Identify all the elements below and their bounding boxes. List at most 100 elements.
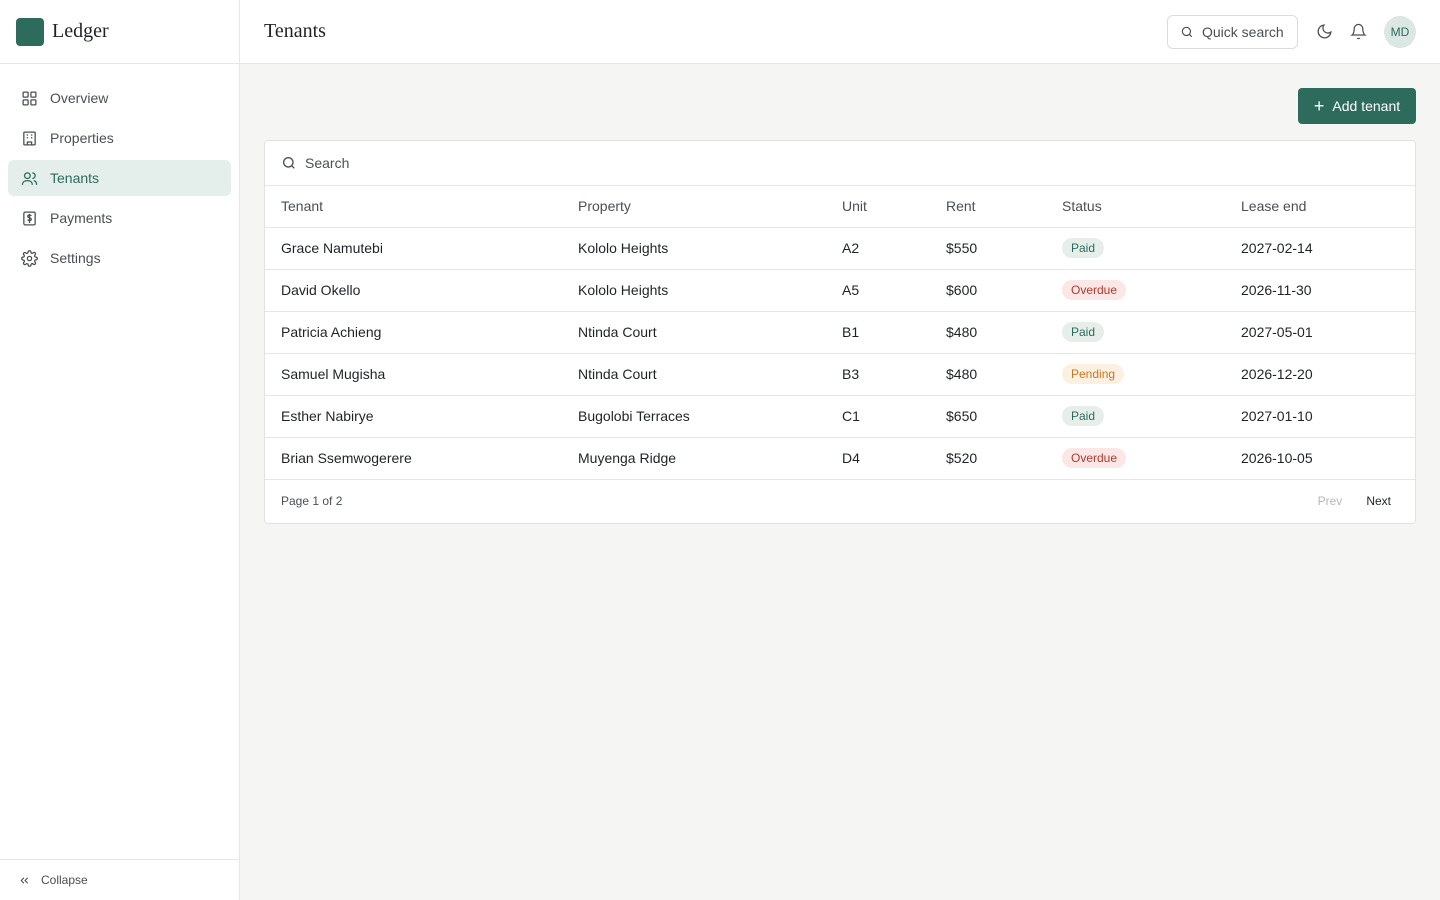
sidebar: Ledger Overview Properties Tenants Payme…	[0, 0, 240, 900]
cell-tenant: Grace Namutebi	[265, 227, 562, 270]
cell-tenant: Samuel Mugisha	[265, 353, 562, 396]
quick-search-button[interactable]: Quick search	[1167, 14, 1298, 49]
cell-unit: A5	[826, 269, 930, 312]
cell-lease-end: 2027-02-14	[1225, 227, 1415, 270]
receipt-icon	[20, 209, 38, 227]
cell-unit: D4	[826, 437, 930, 480]
header-actions: Quick search MD	[1167, 14, 1416, 49]
cell-property: Kololo Heights	[562, 227, 826, 270]
building-icon	[20, 129, 38, 147]
cell-lease-end: 2026-12-20	[1225, 353, 1415, 396]
cell-status: Overdue	[1046, 437, 1225, 480]
status-badge: Paid	[1062, 322, 1105, 342]
pagination: Prev Next	[1294, 494, 1399, 508]
search-icon	[1180, 25, 1194, 39]
status-badge: Overdue	[1062, 448, 1127, 468]
status-badge: Pending	[1062, 364, 1125, 384]
sidebar-nav: Overview Properties Tenants Payments Set…	[0, 64, 239, 276]
brand[interactable]: Ledger	[0, 0, 239, 64]
next-page-button[interactable]: Next	[1366, 494, 1391, 508]
status-badge: Overdue	[1062, 280, 1127, 300]
cell-property: Kololo Heights	[562, 269, 826, 312]
moon-icon	[1316, 23, 1333, 40]
tenants-table: Tenant Property Unit Rent Status Lease e…	[265, 186, 1415, 480]
column-header-rent[interactable]: Rent	[930, 186, 1046, 228]
cell-tenant: Brian Ssemwogerere	[265, 437, 562, 480]
top-header: Tenants Quick search MD	[240, 0, 1440, 64]
chevrons-left-icon	[18, 874, 31, 887]
sidebar-item-overview[interactable]: Overview	[8, 80, 231, 116]
brand-logo	[16, 17, 44, 46]
cell-rent: $520	[930, 437, 1046, 480]
column-header-status[interactable]: Status	[1046, 186, 1225, 228]
table-row[interactable]: Esther Nabirye Bugolobi Terraces C1 $650…	[265, 395, 1415, 438]
sidebar-item-properties[interactable]: Properties	[8, 120, 231, 156]
sidebar-item-label: Overview	[50, 90, 109, 106]
grid-icon	[20, 89, 38, 107]
collapse-label: Collapse	[41, 873, 88, 887]
cell-rent: $480	[930, 353, 1046, 396]
cell-unit: B3	[826, 353, 930, 396]
cell-lease-end: 2026-11-30	[1225, 269, 1415, 312]
cell-rent: $600	[930, 269, 1046, 312]
sidebar-item-label: Payments	[50, 210, 113, 226]
cell-rent: $550	[930, 227, 1046, 270]
cell-property: Ntinda Court	[562, 311, 826, 354]
sidebar-item-label: Settings	[50, 250, 101, 266]
column-header-tenant[interactable]: Tenant	[265, 186, 562, 228]
users-icon	[20, 169, 38, 187]
column-header-property[interactable]: Property	[562, 186, 826, 228]
add-tenant-button[interactable]: + Add tenant	[1298, 88, 1416, 124]
cell-rent: $480	[930, 311, 1046, 354]
sidebar-item-label: Properties	[50, 130, 114, 146]
status-badge: Paid	[1062, 238, 1105, 258]
sidebar-item-label: Tenants	[50, 170, 100, 186]
cell-status: Pending	[1046, 353, 1225, 396]
cell-tenant: David Okello	[265, 269, 562, 312]
sidebar-item-payments[interactable]: Payments	[8, 200, 231, 236]
cell-unit: C1	[826, 395, 930, 438]
quick-search-label: Quick search	[1202, 23, 1284, 40]
notifications-button[interactable]	[1348, 22, 1368, 42]
page-info: Page 1 of 2	[281, 494, 343, 508]
sidebar-item-settings[interactable]: Settings	[8, 240, 231, 276]
table-header-row: Tenant Property Unit Rent Status Lease e…	[265, 186, 1415, 228]
cell-property: Muyenga Ridge	[562, 437, 826, 480]
column-header-unit[interactable]: Unit	[826, 186, 930, 228]
sidebar-item-tenants[interactable]: Tenants	[8, 160, 231, 196]
avatar[interactable]: MD	[1384, 15, 1416, 48]
cell-status: Paid	[1046, 227, 1225, 270]
table-row[interactable]: Samuel Mugisha Ntinda Court B3 $480 Pend…	[265, 353, 1415, 396]
cell-property: Bugolobi Terraces	[562, 395, 826, 438]
cell-tenant: Patricia Achieng	[265, 311, 562, 354]
cell-unit: A2	[826, 227, 930, 270]
cell-lease-end: 2027-01-10	[1225, 395, 1415, 438]
cell-status: Overdue	[1046, 269, 1225, 312]
search-icon	[281, 155, 297, 171]
table-row[interactable]: Patricia Achieng Ntinda Court B1 $480 Pa…	[265, 311, 1415, 354]
table-row[interactable]: David Okello Kololo Heights A5 $600 Over…	[265, 269, 1415, 312]
cell-status: Paid	[1046, 395, 1225, 438]
cell-rent: $650	[930, 395, 1046, 438]
brand-name: Ledger	[52, 20, 109, 42]
add-tenant-label: Add tenant	[1332, 98, 1401, 114]
table-search	[265, 141, 1415, 186]
search-input[interactable]	[305, 155, 905, 171]
cell-lease-end: 2026-10-05	[1225, 437, 1415, 480]
plus-icon: +	[1313, 96, 1325, 116]
column-header-lease-end[interactable]: Lease end	[1225, 186, 1415, 228]
table-row[interactable]: Grace Namutebi Kololo Heights A2 $550 Pa…	[265, 227, 1415, 270]
tenants-table-card: Tenant Property Unit Rent Status Lease e…	[264, 140, 1416, 524]
theme-toggle-button[interactable]	[1314, 22, 1334, 42]
table-row[interactable]: Brian Ssemwogerere Muyenga Ridge D4 $520…	[265, 437, 1415, 480]
cell-unit: B1	[826, 311, 930, 354]
cell-tenant: Esther Nabirye	[265, 395, 562, 438]
collapse-button[interactable]: Collapse	[0, 859, 239, 900]
prev-page-button[interactable]: Prev	[1318, 494, 1343, 508]
table-footer: Page 1 of 2 Prev Next	[265, 480, 1415, 523]
bell-icon	[1349, 23, 1367, 40]
cell-lease-end: 2027-05-01	[1225, 311, 1415, 354]
gear-icon	[20, 249, 38, 267]
status-badge: Paid	[1062, 406, 1105, 426]
cell-property: Ntinda Court	[562, 353, 826, 396]
